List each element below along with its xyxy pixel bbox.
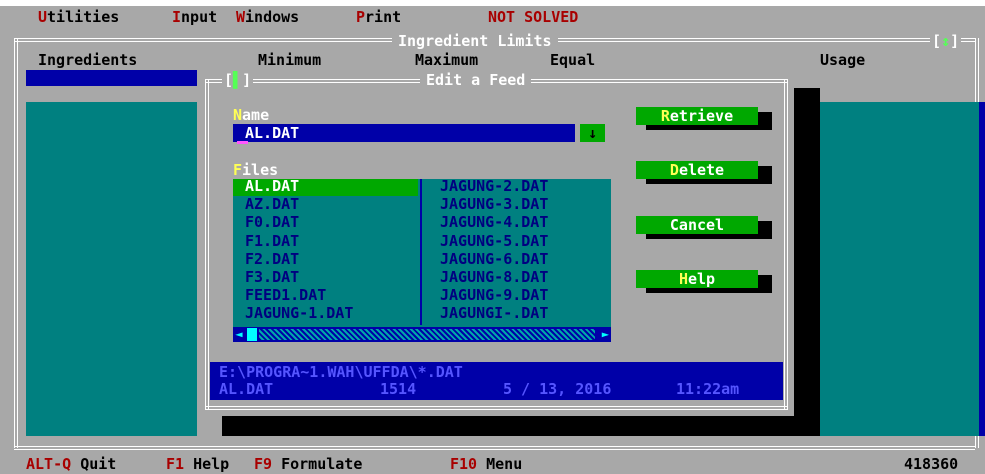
file-list-item[interactable]: AZ.DAT	[245, 197, 299, 213]
dialog-close-button[interactable]: [▌]	[222, 71, 254, 89]
updown-arrow-icon: ↕	[941, 32, 951, 50]
name-input[interactable]: AL.DAT	[233, 124, 575, 142]
solve-status: NOT SOLVED	[488, 8, 579, 26]
dialog-title: Edit a Feed	[420, 72, 532, 88]
col-usage: Usage	[820, 51, 866, 69]
status-formulate-key: F9	[254, 455, 273, 473]
help-hotkey: H	[678, 270, 688, 288]
memory-readout: 418360	[904, 455, 959, 473]
menu-windows-hotkey: W	[236, 8, 246, 26]
col-minimum: Minimum	[258, 51, 322, 69]
file-list-item[interactable]: JAGUNG-3.DAT	[440, 197, 548, 213]
status-formulate[interactable]: F9 Formulate	[254, 455, 362, 473]
status-menu[interactable]: F10 Menu	[450, 455, 522, 473]
name-label: Name	[233, 107, 269, 123]
file-list-item[interactable]: JAGUNG-2.DAT	[440, 178, 548, 195]
file-list-item[interactable]: JAGUNG-4.DAT	[440, 215, 548, 231]
menu-windows-rest: indows	[245, 8, 300, 26]
frame-left	[14, 38, 18, 448]
status-menu-label: Menu	[486, 455, 523, 473]
name-label-hotkey: N	[233, 106, 243, 124]
info-file-date: 5 / 13, 2016	[503, 380, 612, 398]
delete-label: elete	[678, 161, 725, 179]
status-help-key: F1	[166, 455, 185, 473]
menu-input[interactable]: Input	[172, 8, 217, 26]
menu-input-rest: nput	[181, 8, 218, 26]
window-title: Ingredient Limits	[392, 33, 558, 49]
col-ingredients: Ingredients	[38, 51, 138, 69]
menu-windows[interactable]: Windows	[236, 8, 299, 26]
arrow-right-icon[interactable]: ►	[602, 327, 609, 342]
status-menu-key: F10	[450, 455, 478, 473]
arrow-left-icon[interactable]: ◄	[233, 327, 245, 342]
files-horizontal-scrollbar[interactable]: ◄ ►	[233, 327, 611, 342]
info-file-time: 11:22am	[676, 380, 740, 398]
ingredient-row-highlight[interactable]	[26, 70, 197, 86]
ingredients-list-area	[26, 102, 197, 436]
scroll-track[interactable]	[259, 329, 595, 340]
dialog-frame-left	[205, 79, 209, 410]
file-list-item[interactable]: JAGUNG-9.DAT	[440, 288, 548, 304]
delete-button[interactable]: Delete	[636, 161, 758, 179]
menu-utilities-hotkey: U	[38, 8, 48, 26]
menu-print[interactable]: Print	[356, 8, 401, 26]
close-icon: ▌	[233, 71, 243, 89]
menu-input-hotkey: I	[172, 8, 182, 26]
status-help-label: Help	[193, 455, 230, 473]
help-button[interactable]: Help	[636, 270, 758, 288]
menu-print-hotkey: P	[356, 8, 366, 26]
vertical-scrollbar[interactable]	[979, 102, 985, 436]
name-dropdown-button[interactable]: ↓	[580, 124, 605, 142]
file-list-item[interactable]: F2.DAT	[245, 251, 299, 268]
dialog-frame-right	[784, 79, 788, 410]
menu-utilities[interactable]: Utilities	[38, 8, 119, 26]
file-list-item[interactable]: F3.DAT	[245, 269, 299, 286]
col-equal: Equal	[550, 51, 596, 69]
retrieve-label: etrieve	[669, 107, 734, 125]
maximize-button[interactable]: [↕]	[930, 32, 962, 50]
retrieve-button[interactable]: Retrieve	[636, 107, 758, 125]
text-cursor	[237, 141, 248, 144]
delete-hotkey: D	[669, 161, 679, 179]
dialog-frame-bottom	[205, 406, 788, 410]
file-list-item[interactable]: JAGUNG-6.DAT	[440, 251, 548, 268]
scroll-thumb[interactable]	[247, 328, 257, 341]
directory-path: E:\PROGRA~1.WAH\UFFDA\*.DAT	[219, 363, 463, 381]
status-quit-key: ALT-Q	[26, 455, 72, 473]
file-list-item[interactable]: F1.DAT	[245, 233, 299, 250]
file-list-item[interactable]: JAGUNG-1.DAT	[245, 306, 353, 322]
col-maximum: Maximum	[415, 51, 479, 69]
file-list-item[interactable]: F0.DAT	[245, 215, 299, 231]
retrieve-hotkey: R	[660, 107, 670, 125]
files-label-hotkey: F	[233, 161, 243, 179]
status-quit-label: Quit	[80, 455, 117, 473]
files-label: Files	[233, 162, 278, 178]
file-list-item[interactable]: JAGUNG-5.DAT	[440, 233, 548, 250]
frame-bottom	[14, 446, 975, 450]
name-input-value: AL.DAT	[245, 124, 300, 142]
arrow-down-icon: ↓	[587, 124, 598, 142]
cancel-label: Cancel	[669, 216, 725, 234]
usage-list-area	[820, 102, 979, 436]
menu-utilities-rest: tilities	[47, 8, 120, 26]
file-list-item[interactable]: JAGUNGI-.DAT	[440, 306, 548, 322]
status-quit[interactable]: ALT-Q Quit	[26, 455, 116, 473]
menu-print-rest: rint	[365, 8, 402, 26]
file-list-item[interactable]: FEED1.DAT	[245, 288, 326, 304]
file-list-item[interactable]: JAGUNG-8.DAT	[440, 269, 548, 286]
name-label-rest: ame	[242, 106, 270, 124]
files-column-divider	[420, 179, 426, 325]
info-file-name: AL.DAT	[219, 380, 274, 398]
help-label: elp	[687, 270, 716, 288]
status-formulate-label: Formulate	[281, 455, 363, 473]
info-file-size: 1514	[380, 380, 417, 398]
status-help[interactable]: F1 Help	[166, 455, 229, 473]
file-list-item-selected[interactable]: AL.DAT	[245, 178, 299, 195]
cancel-button[interactable]: Cancel	[636, 216, 758, 234]
